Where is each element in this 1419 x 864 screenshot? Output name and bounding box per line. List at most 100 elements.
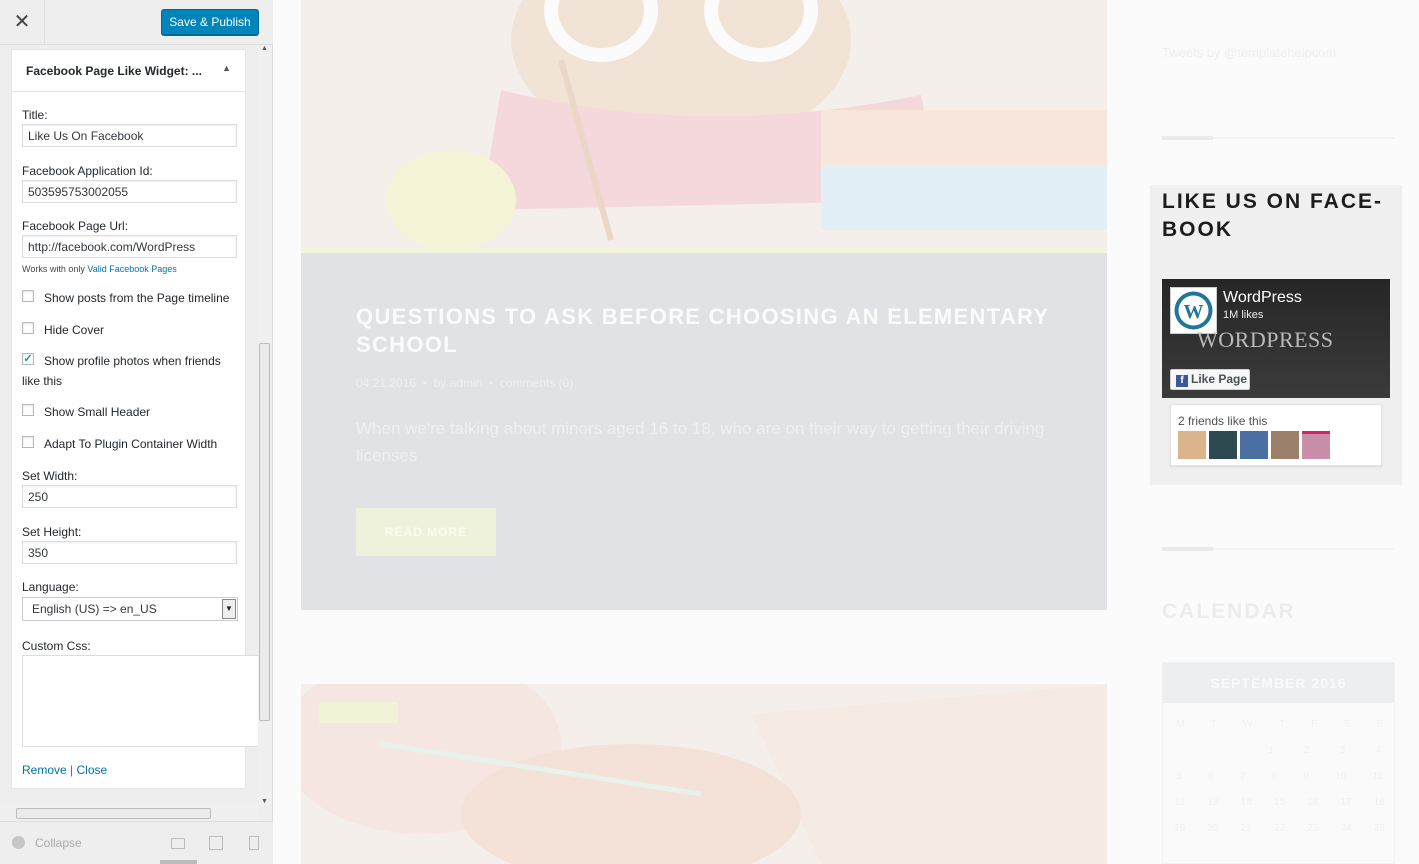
horizontal-scroll-thumb[interactable] — [16, 808, 211, 819]
facebook-like-count: 1M likes — [1223, 309, 1264, 321]
mobile-preview-icon[interactable] — [249, 836, 259, 850]
facebook-page-name[interactable]: WordPress — [1223, 289, 1302, 307]
calendar-day: 25 — [1373, 823, 1385, 834]
weekday: T — [1210, 719, 1217, 730]
facebook-widget-heading: LIKE US ON FACE-BOOK — [1162, 190, 1384, 241]
weekday: S — [1376, 719, 1383, 730]
calendar-day: 12 — [1174, 797, 1186, 808]
calendar-day: 2 — [1303, 745, 1310, 756]
weekday: W — [1243, 719, 1253, 730]
calendar-day: 19 — [1174, 823, 1186, 834]
friends-like-text: 2 friends like this — [1178, 414, 1268, 428]
like-page-button[interactable]: f Like Page — [1170, 369, 1250, 390]
friend-avatar[interactable] — [1209, 431, 1237, 459]
friend-avatar[interactable] — [1271, 431, 1299, 459]
facebook-cover[interactable]: W WordPress 1M likes WORDPRESS f Like Pag… — [1162, 279, 1390, 398]
calendar-day: 10 — [1335, 771, 1347, 782]
adapt-width-checkbox[interactable] — [22, 436, 34, 448]
hide-cover-checkbox[interactable] — [22, 322, 34, 334]
calendar-day: 14 — [1240, 797, 1252, 808]
calendar-day: 11 — [1372, 771, 1383, 782]
height-input[interactable] — [22, 541, 237, 564]
facebook-icon: f — [1176, 375, 1188, 387]
calendar-day: 22 — [1273, 823, 1286, 834]
child-crafting-image — [301, 684, 1107, 864]
horizontal-scrollbar[interactable] — [0, 805, 258, 821]
widget-header[interactable]: Facebook Page Like Widget: ... ▲ — [12, 50, 245, 92]
calendar-day: 18 — [1373, 797, 1385, 808]
svg-text:W: W — [1184, 301, 1204, 323]
meta-bullet: • — [422, 376, 427, 390]
friend-avatar[interactable] — [1302, 431, 1330, 459]
timeline-checkbox[interactable] — [22, 290, 34, 302]
calendar-day: 5 — [1176, 771, 1182, 782]
page-url-note: Works with only Valid Facebook Pages — [22, 264, 177, 274]
calendar-day: 23 — [1307, 823, 1319, 834]
close-link[interactable]: Close — [77, 763, 108, 777]
collapse-button[interactable]: Collapse — [12, 836, 82, 850]
calendar-heading: CALENDAR — [1162, 600, 1296, 623]
chevron-down-icon[interactable]: ▼ — [222, 599, 236, 619]
calendar-day: 3 — [1339, 745, 1346, 756]
collapse-arrow-icon[interactable]: ▲ — [222, 63, 231, 73]
scroll-down-icon[interactable]: ▼ — [261, 798, 268, 805]
language-label: Language: — [22, 580, 79, 594]
active-device-indicator — [160, 860, 197, 864]
divider-accent — [1162, 136, 1213, 140]
calendar-day: 21 — [1240, 823, 1252, 834]
app-id-input[interactable] — [22, 180, 237, 203]
scroll-up-icon[interactable]: ▲ — [261, 45, 268, 52]
hide-cover-checkbox-label: Hide Cover — [44, 323, 105, 337]
facebook-friends-box: 2 friends like this — [1170, 404, 1382, 466]
friend-avatar[interactable] — [1178, 431, 1206, 459]
page-url-label: Facebook Page Url: — [22, 219, 129, 233]
read-more-button[interactable]: READ MORE — [356, 508, 496, 556]
valid-pages-link[interactable]: Valid Facebook Pages — [87, 264, 176, 274]
post-comments[interactable]: comments (0) — [500, 376, 573, 390]
custom-css-textarea[interactable] — [22, 655, 260, 747]
tweets-link[interactable]: Tweets by @templatehelpcom — [1162, 45, 1336, 60]
title-label: Title: — [22, 108, 48, 122]
post-title[interactable]: QUESTIONS TO ASK BEFORE CHOOSING AN ELEM… — [356, 303, 1076, 359]
vertical-scrollbar[interactable]: ▲ ▼ — [258, 45, 272, 805]
calendar-week: 5 6 7 8 9 10 11 — [1163, 771, 1396, 782]
custom-css-label: Custom Css: — [22, 639, 91, 653]
facebook-widget: LIKE US ON FACE-BOOK W WordPress 1M like… — [1150, 185, 1402, 485]
calendar-week: 1 2 3 4 — [1163, 745, 1396, 756]
weekday: S — [1343, 719, 1350, 730]
weekday: T — [1278, 719, 1285, 730]
height-label: Set Height: — [22, 525, 82, 539]
category-tag[interactable] — [319, 702, 398, 723]
page-url-input[interactable] — [22, 235, 237, 258]
vertical-scroll-thumb[interactable] — [259, 343, 270, 721]
calendar-weekdays: M T W T F S S — [1163, 719, 1396, 730]
calendar-day: 6 — [1207, 771, 1214, 782]
calendar-widget: SEPTEMBER 2016 M T W T F S S 1 2 3 4 5 6… — [1162, 662, 1395, 864]
widget-title: Facebook Page Like Widget: ... — [26, 64, 202, 78]
friend-avatar[interactable] — [1240, 431, 1268, 459]
calendar-day: 17 — [1340, 797, 1352, 808]
close-icon[interactable]: ✕ — [0, 0, 45, 45]
desktop-preview-icon[interactable] — [171, 838, 185, 849]
title-input[interactable] — [22, 124, 237, 147]
wordpress-wordmark: WORDPRESS — [1197, 327, 1334, 352]
friends-photos-checkbox-label: Show profile photos when friends like th… — [22, 354, 221, 388]
app-id-label: Facebook Application Id: — [22, 164, 153, 178]
calendar-day: 16 — [1307, 797, 1319, 808]
weekday: F — [1311, 719, 1318, 730]
remove-link[interactable]: Remove — [22, 763, 67, 777]
post-author[interactable]: by admin — [434, 376, 483, 390]
widget-divider — [1162, 547, 1394, 551]
weekday: M — [1176, 719, 1185, 730]
width-input[interactable] — [22, 485, 237, 508]
language-select[interactable]: English (US) => en_US ▼ — [22, 597, 238, 621]
post-featured-image — [301, 0, 1107, 248]
tablet-preview-icon[interactable] — [209, 836, 223, 850]
widget-actions: Remove | Close — [22, 763, 107, 777]
save-publish-button[interactable]: Save & Publish — [161, 9, 259, 35]
small-header-checkbox[interactable] — [22, 404, 34, 416]
customizer-header: ✕ Save & Publish — [0, 0, 273, 45]
collapse-icon — [12, 836, 25, 849]
calendar-day: 1 — [1268, 745, 1274, 756]
post-date[interactable]: 04.21.2016 — [356, 376, 416, 390]
